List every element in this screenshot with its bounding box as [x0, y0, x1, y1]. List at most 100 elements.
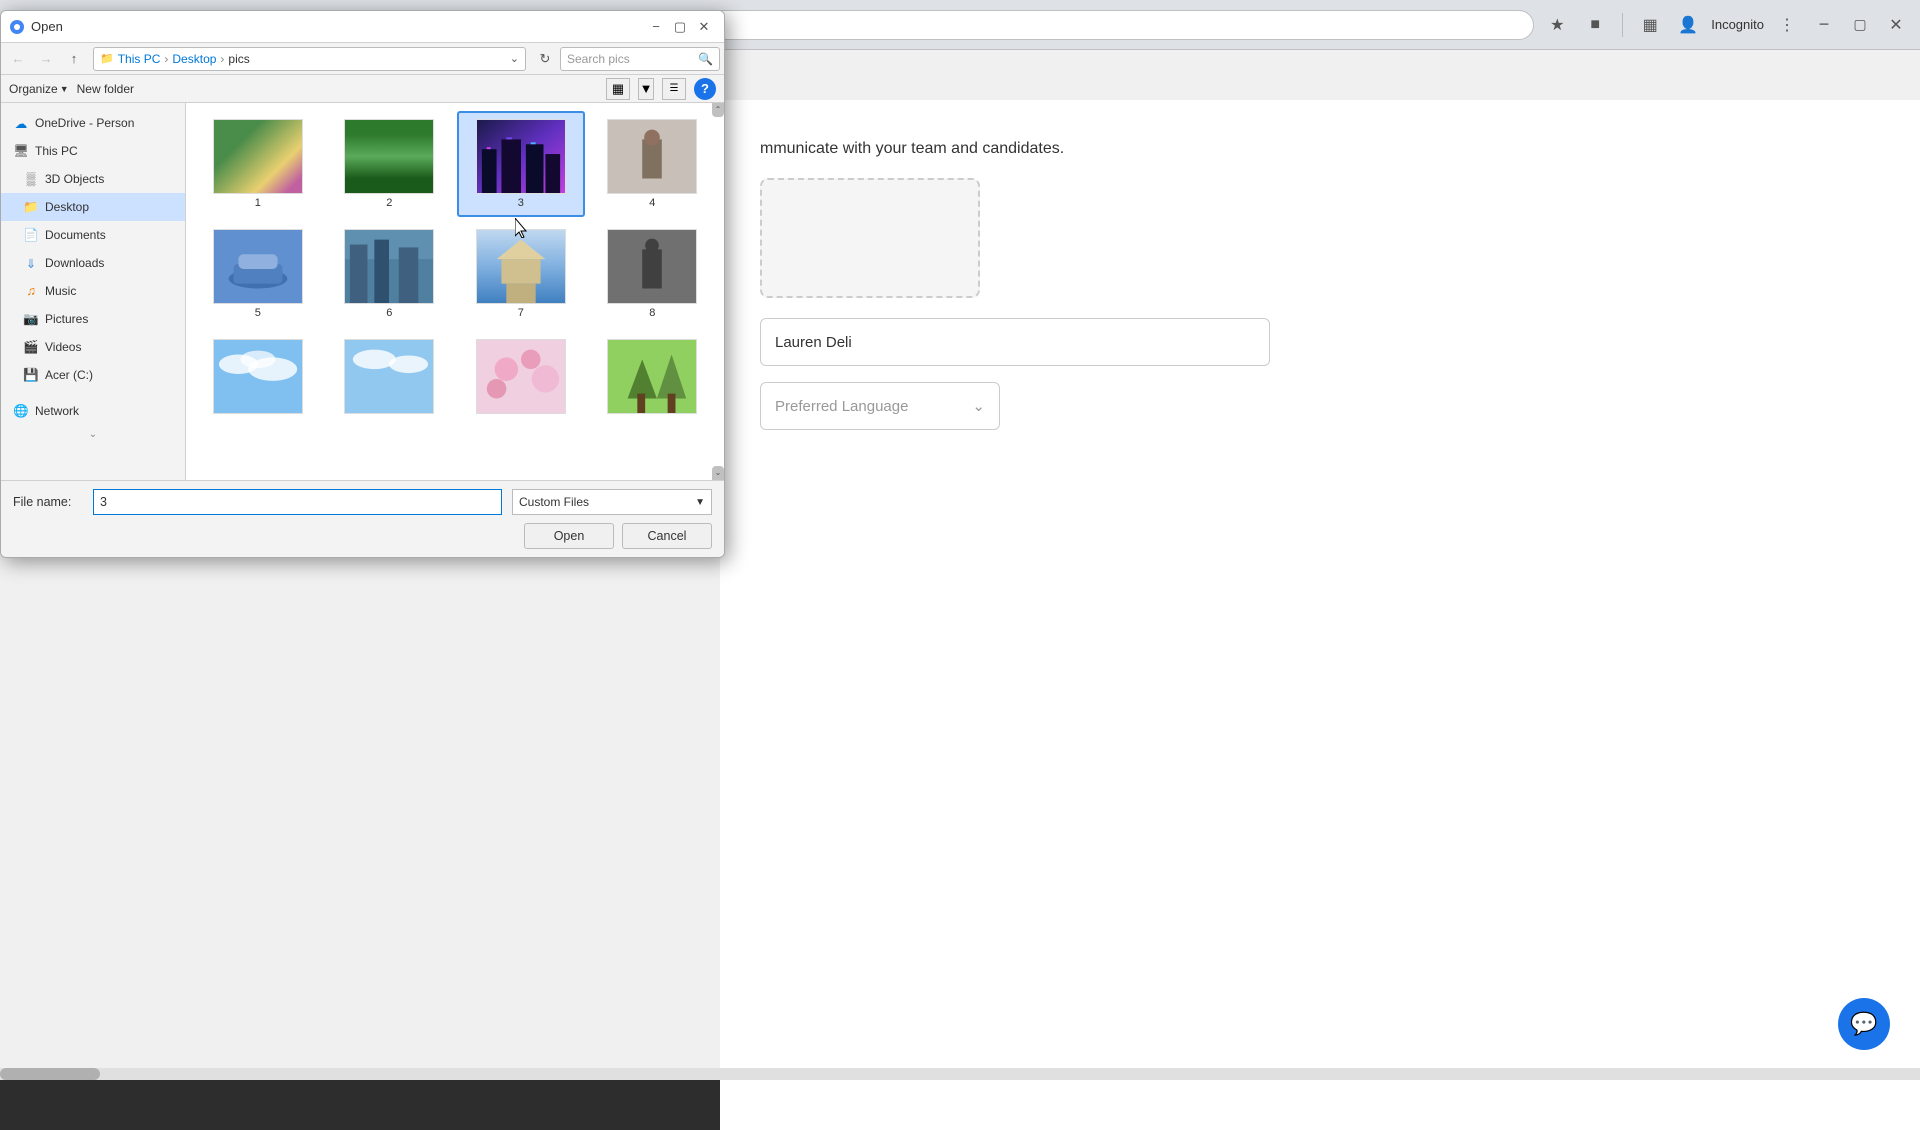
win-maximize-btn[interactable]: ▢ [1846, 11, 1874, 39]
dialog-title: Open [31, 19, 644, 34]
sidebar-item-music[interactable]: ♫ Music [1, 277, 185, 305]
thispc-icon: 🖥 [13, 143, 29, 159]
file-label-7: 7 [518, 307, 524, 319]
organize-arrow: ▼ [60, 84, 69, 94]
page-language-label: Preferred Language [775, 398, 908, 415]
file-label-3: 3 [518, 197, 524, 209]
organize-button[interactable]: Organize ▼ [9, 82, 69, 96]
file-item-5[interactable]: 5 [194, 221, 322, 327]
file-item-10[interactable] [326, 331, 454, 425]
sidebar-label-network: Network [35, 404, 79, 418]
breadcrumb-pics[interactable]: pics [228, 52, 249, 66]
file-label-6: 6 [386, 307, 392, 319]
file-thumb-3 [476, 119, 566, 194]
dialog-search-box: Search pics 🔍 [560, 47, 720, 71]
sidebar-label-acerc: Acer (C:) [45, 368, 93, 382]
sidebar-item-documents[interactable]: 📄 Documents [1, 221, 185, 249]
incognito-label: Incognito [1711, 17, 1764, 32]
sidebar-label-documents: Documents [45, 228, 106, 242]
split-view-btn[interactable]: ▦ [1635, 10, 1665, 40]
new-folder-button[interactable]: New folder [77, 82, 134, 96]
file-type-select[interactable]: Custom Files ▼ [512, 489, 712, 515]
sidebar-item-downloads[interactable]: ⇓ Downloads [1, 249, 185, 277]
file-label-1: 1 [255, 197, 261, 209]
extension-btn[interactable]: ■ [1580, 10, 1610, 40]
file-item-12[interactable] [589, 331, 717, 425]
dialog-forward-btn[interactable]: → [33, 46, 59, 72]
vscroll-bottom-btn[interactable]: ⌄ [712, 466, 724, 480]
view-dropdown-btn[interactable]: ▼ [638, 78, 654, 100]
page-language-arrow: ⌄ [972, 397, 985, 415]
sidebar-label-3dobjects: 3D Objects [45, 172, 104, 186]
file-label-2: 2 [386, 197, 392, 209]
bookmark-btn[interactable]: ★ [1542, 10, 1572, 40]
search-icon[interactable]: 🔍 [698, 52, 713, 66]
file-item-11[interactable] [457, 331, 585, 425]
breadcrumb-this-pc[interactable]: This PC [118, 52, 161, 66]
videos-icon: 🎬 [23, 339, 39, 355]
page-name-input[interactable] [760, 318, 1270, 366]
dialog-search-placeholder: Search pics [567, 52, 694, 66]
sidebar-item-thispc[interactable]: 🖥 This PC [1, 137, 185, 165]
file-type-label: Custom Files [519, 495, 589, 509]
file-label-8: 8 [649, 307, 655, 319]
documents-icon: 📄 [23, 227, 39, 243]
page-upload-area[interactable] [760, 178, 980, 298]
file-item-1[interactable]: 1 [194, 111, 322, 217]
file-thumb-12 [607, 339, 697, 414]
dialog-refresh-btn[interactable]: ↻ [532, 46, 558, 72]
file-thumb-7 [476, 229, 566, 304]
sidebar-item-videos[interactable]: 🎬 Videos [1, 333, 185, 361]
file-name-input[interactable] [93, 489, 502, 515]
sidebar-label-desktop: Desktop [45, 200, 89, 214]
file-name-label: File name: [13, 495, 83, 509]
dialog-cancel-button[interactable]: Cancel [622, 523, 712, 549]
file-thumb-5 [213, 229, 303, 304]
sidebar-item-network[interactable]: 🌐 Network [1, 397, 185, 425]
dialog-up-btn[interactable]: ↑ [61, 46, 87, 72]
dialog-maximize-btn[interactable]: ▢ [668, 15, 692, 39]
downloads-icon: ⇓ [23, 255, 39, 271]
help-button[interactable]: ? [694, 78, 716, 100]
desktop-icon: 📁 [23, 199, 39, 215]
breadcrumb-desktop[interactable]: Desktop [172, 52, 216, 66]
dialog-open-button[interactable]: Open [524, 523, 614, 549]
profile-btn[interactable]: 👤 [1673, 10, 1703, 40]
pane-btn[interactable]: ☰ [662, 78, 686, 100]
more-btn[interactable]: ⋮ [1772, 10, 1802, 40]
organize-label: Organize [9, 82, 58, 96]
dialog-breadcrumb[interactable]: 📁 This PC › Desktop › pics ⌄ [93, 47, 526, 71]
file-thumb-6 [344, 229, 434, 304]
dialog-body: ☁ OneDrive - Person 🖥 This PC ▒ 3D Objec… [1, 103, 724, 480]
sidebar-label-videos: Videos [45, 340, 81, 354]
dialog-close-btn[interactable]: ✕ [692, 15, 716, 39]
breadcrumb-dropdown-btn[interactable]: ⌄ [510, 52, 519, 65]
chrome-icon [9, 19, 25, 35]
sidebar-item-acerc[interactable]: 💾 Acer (C:) [1, 361, 185, 389]
win-minimize-btn[interactable]: − [1810, 11, 1838, 39]
file-item-9[interactable] [194, 331, 322, 425]
file-item-6[interactable]: 6 [326, 221, 454, 327]
onedrive-icon: ☁ [13, 115, 29, 131]
sidebar-item-3dobjects[interactable]: ▒ 3D Objects [1, 165, 185, 193]
file-item-8[interactable]: 8 [589, 221, 717, 327]
file-item-3[interactable]: 3 [457, 111, 585, 217]
file-item-2[interactable]: 2 [326, 111, 454, 217]
sidebar-item-onedrive[interactable]: ☁ OneDrive - Person [1, 109, 185, 137]
page-language-select[interactable]: Preferred Language ⌄ [760, 382, 1000, 430]
sidebar-item-pictures[interactable]: 📷 Pictures [1, 305, 185, 333]
chat-button[interactable]: 💬 [1838, 998, 1890, 1050]
view-mode-btn[interactable]: ▦ [606, 78, 630, 100]
sidebar-scroll-down[interactable]: ⌄ [1, 425, 185, 444]
win-close-btn[interactable]: ✕ [1882, 11, 1910, 39]
acerc-icon: 💾 [23, 367, 39, 383]
browser-scrollbar[interactable] [0, 1068, 1920, 1080]
sidebar-item-desktop[interactable]: 📁 Desktop [1, 193, 185, 221]
vscroll-top-btn[interactable]: ⌃ [712, 103, 724, 117]
file-item-4[interactable]: 4 [589, 111, 717, 217]
dialog-minimize-btn[interactable]: − [644, 15, 668, 39]
dialog-files-area: ⌃ 1 2 [186, 103, 724, 480]
file-item-7[interactable]: 7 [457, 221, 585, 327]
scrollbar-thumb[interactable] [0, 1068, 100, 1080]
dialog-back-btn[interactable]: ← [5, 46, 31, 72]
